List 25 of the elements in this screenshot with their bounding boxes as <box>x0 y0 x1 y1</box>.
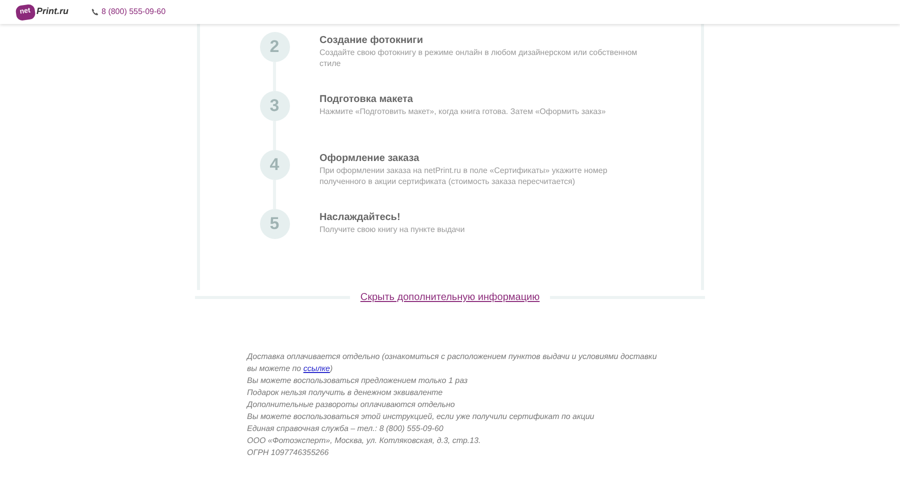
step-number: 3 <box>260 91 290 121</box>
step-description: Получите свою книгу на пункте выдачи <box>320 224 466 235</box>
note-text: Подарок нельзя получить в денежном эквиваленте <box>247 387 444 399</box>
step-title: Подготовка макета <box>320 93 414 106</box>
link[interactable]: ссылке <box>303 364 330 373</box>
step-number: 2 <box>260 32 290 62</box>
step-number: 4 <box>260 150 290 180</box>
note-text: ОГРН 1097746355266 <box>247 447 330 459</box>
phone-icon <box>90 8 99 16</box>
step-number: 5 <box>260 209 290 239</box>
step-description: Нажмите «Подготовить макет», когда книга готова. Затем «Оформить заказ» <box>320 106 607 117</box>
note-text: Вы можете воспользоваться этой инструкцией, если уже получили сертификат по акции <box>247 411 596 423</box>
note-text: Вы можете воспользоваться предложением только 1 раз <box>247 375 469 387</box>
phone-number[interactable]: 8 (800) 555-09-60 <box>102 6 166 18</box>
step-title: Создание фотокниги <box>320 34 424 47</box>
note-text: Дополнительные развороты оплачиваются отдельно <box>247 399 456 411</box>
step-description: Создайте свою фотокнигу в режиме онлайн в любом дизайнерском или собственном стиле <box>320 47 638 69</box>
step-description: При оформлении заказа на netPrint.ru в поле «Сертификаты» укажите номер полученного в акции сертификата (стоимость заказа пересчитается) <box>320 165 608 187</box>
step-title: Наслаждайтесь! <box>320 211 402 224</box>
logo-text[interactable]: Print.ru <box>36 5 69 19</box>
note-text: ООО «Фотоэксперт», Москва, ул. Котляковская, д.3, стр.13. <box>247 435 482 447</box>
note-text: Единая справочная служба – тел.: 8 (800) 555-09-60 <box>247 423 444 435</box>
step-title: Оформление заказа <box>320 152 420 165</box>
hide-info-link[interactable]: Скрыть дополнительную информацию <box>360 290 540 305</box>
note-text: Доставка оплачивается отдельно (ознакомиться с расположением пунктов выдачи и условиями доставки вы можете по ссылке) <box>247 351 657 375</box>
